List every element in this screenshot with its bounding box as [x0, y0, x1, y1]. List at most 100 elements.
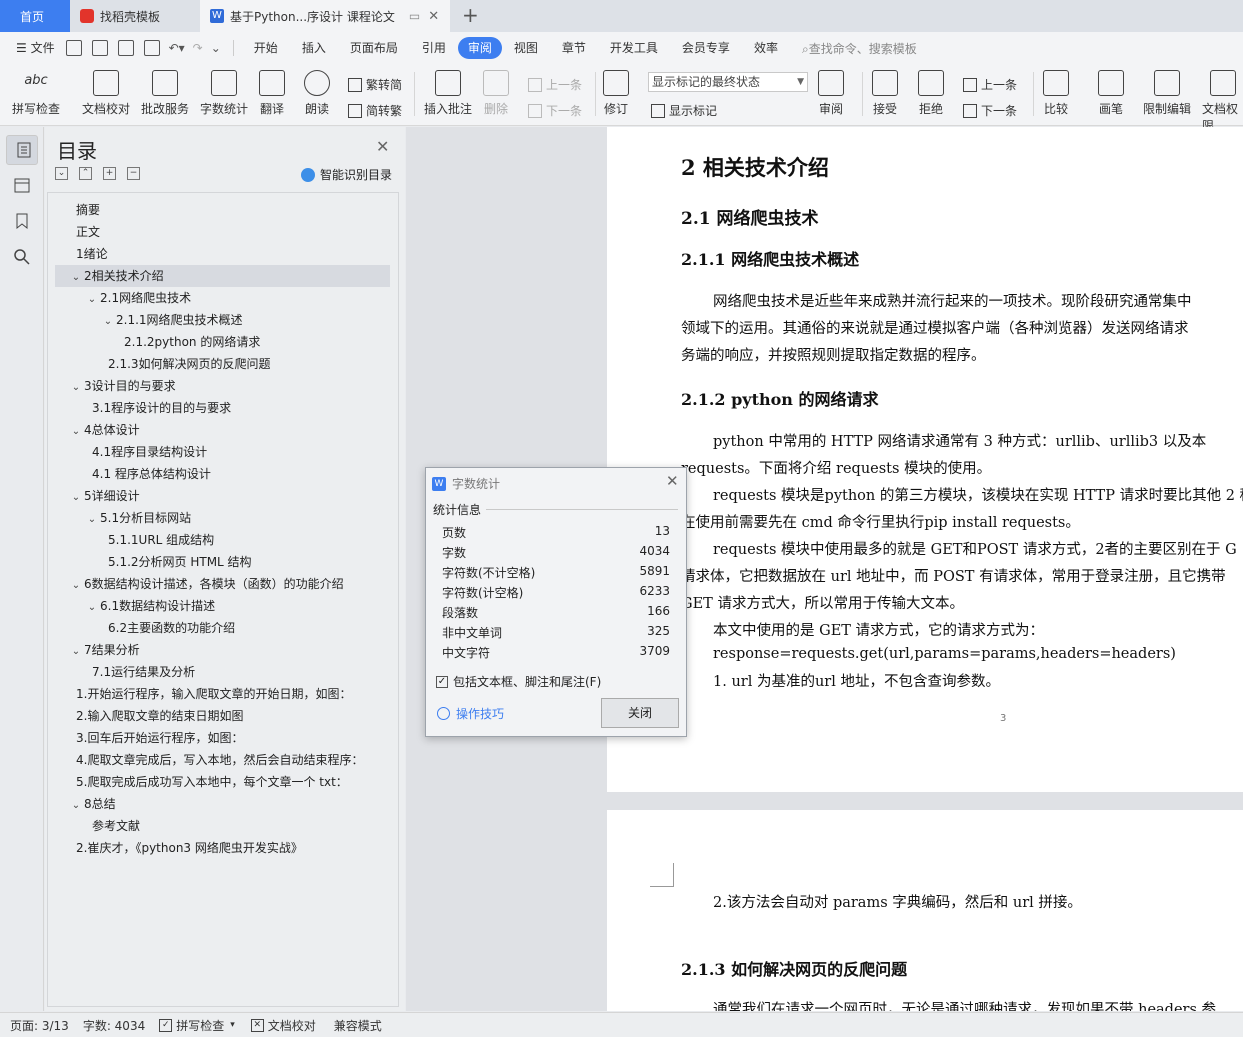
smart-toc-button[interactable]: 智能识别目录 — [301, 166, 392, 183]
toc-item[interactable]: ⌄ 6数据结构设计描述，各模块（函数）的功能介绍 — [68, 573, 344, 595]
next-comment-button[interactable]: 下一条 — [528, 102, 582, 119]
chevron-down-icon[interactable]: ⌄ — [84, 597, 100, 619]
toc-item[interactable]: ⌄ 5.1分析目标网站 — [84, 507, 191, 529]
toc-item[interactable]: 3.回车后开始运行程序，如图： — [76, 727, 243, 749]
menu-efficiency[interactable]: 效率 — [742, 37, 790, 59]
tab-document[interactable]: W 基于Python...序设计 课程论文 ▭ ✕ — [200, 0, 450, 32]
word-count-indicator[interactable]: 字数: 4034 — [83, 1017, 145, 1034]
insert-comment-button[interactable]: 插入批注 — [424, 70, 472, 117]
more-icon[interactable]: ⌄ — [211, 41, 221, 55]
translate-button[interactable]: 翻译 — [259, 70, 285, 117]
toc-item[interactable]: ⌄ 3设计目的与要求 — [68, 375, 176, 397]
accept-button[interactable]: 接受 — [872, 70, 898, 117]
toc-item[interactable]: 2.1.2python 的网络请求 — [124, 331, 260, 353]
collapse-all-icon[interactable]: ⌄ — [55, 167, 68, 180]
compare-button[interactable]: 比较 — [1043, 70, 1069, 117]
page-indicator[interactable]: 页面: 3/13 — [10, 1017, 69, 1034]
spell-check-status[interactable]: 拼写检查 — [176, 1017, 224, 1034]
toc-item[interactable]: 5.1.2分析网页 HTML 结构 — [108, 551, 252, 573]
toc-item[interactable]: ⌄ 5详细设计 — [68, 485, 140, 507]
find-rail-button[interactable] — [12, 247, 32, 267]
chevron-down-icon[interactable]: ⌄ — [68, 267, 84, 289]
toc-item[interactable]: 1.开始运行程序，输入爬取文章的开始日期，如图： — [76, 683, 351, 705]
undo-icon[interactable]: ↶▾ — [169, 41, 185, 55]
remove-heading-icon[interactable]: − — [127, 167, 140, 180]
pin-icon[interactable]: ▭ — [409, 9, 420, 23]
chevron-down-icon[interactable]: ⌄ — [100, 311, 116, 333]
proofread-button[interactable]: 文档校对 — [82, 70, 130, 117]
toc-item[interactable]: ⌄ 4总体设计 — [68, 419, 140, 441]
toc-item[interactable]: 参考文献 — [92, 815, 140, 837]
toc-item[interactable]: 5.爬取完成后成功写入本地中，每个文章一个 txt： — [76, 771, 348, 793]
toc-item[interactable]: ⌄ 2.1网络爬虫技术 — [84, 287, 191, 309]
redo-icon[interactable]: ↷ — [193, 41, 203, 55]
menu-insert[interactable]: 插入 — [290, 37, 338, 59]
toc-item[interactable]: 2.1.3如何解决网页的反爬问题 — [108, 353, 271, 375]
prev-comment-button[interactable]: 上一条 — [528, 76, 582, 93]
chevron-down-icon[interactable]: ⌄ — [68, 575, 84, 597]
toc-item[interactable]: ⌄ 7结果分析 — [68, 639, 140, 661]
menu-start[interactable]: 开始 — [242, 37, 290, 59]
toc-item[interactable]: 摘要 — [76, 199, 100, 221]
document-permission-button[interactable]: 文档权限 — [1202, 70, 1243, 134]
print-icon[interactable] — [117, 40, 134, 56]
track-changes-button[interactable]: 修订 — [603, 70, 629, 117]
chevron-down-icon[interactable]: ⌄ — [84, 289, 100, 311]
toc-item[interactable]: 3.1程序设计的目的与要求 — [92, 397, 231, 419]
prev-change-button[interactable]: 上一条 — [963, 76, 1017, 93]
chevron-down-icon[interactable]: ⌄ — [68, 421, 84, 443]
menu-view[interactable]: 视图 — [502, 37, 550, 59]
spell-check-button[interactable]: abc 拼写检查 — [12, 70, 60, 117]
chapter-rail-button[interactable] — [12, 175, 32, 195]
toc-item[interactable]: ⌄ 8总结 — [68, 793, 116, 815]
menu-dev[interactable]: 开发工具 — [598, 37, 670, 59]
include-notes-checkbox[interactable]: ✓ 包括文本框、脚注和尾注(F) — [436, 673, 601, 690]
chevron-down-icon[interactable]: ⌄ — [68, 795, 84, 817]
delete-comment-button[interactable]: 删除 — [483, 70, 509, 117]
toc-item[interactable]: 4.1 程序总体结构设计 — [92, 463, 211, 485]
command-search[interactable]: ⌕查找命令、搜索模板 — [802, 40, 917, 57]
restrict-edit-button[interactable]: 限制编辑 — [1143, 70, 1191, 117]
toc-item[interactable]: 4.1程序目录结构设计 — [92, 441, 207, 463]
tab-template[interactable]: 找稻壳模板 — [70, 0, 200, 32]
toc-item[interactable]: 1绪论 — [76, 243, 108, 265]
read-aloud-button[interactable]: 朗读 — [304, 70, 330, 117]
file-menu[interactable]: ☰ 文件 — [0, 37, 61, 59]
toc-item[interactable]: 正文 — [76, 221, 100, 243]
save-icon[interactable] — [65, 40, 82, 56]
toc-item[interactable]: ⌄ 2.1.1网络爬虫技术概述 — [100, 309, 243, 331]
pen-button[interactable]: 画笔 — [1098, 70, 1124, 117]
menu-reference[interactable]: 引用 — [410, 37, 458, 59]
proofread-status[interactable]: 文档校对 — [268, 1017, 316, 1034]
next-change-button[interactable]: 下一条 — [963, 102, 1017, 119]
export-icon[interactable] — [91, 40, 108, 56]
menu-review[interactable]: 审阅 — [457, 37, 502, 59]
menu-vip[interactable]: 会员专享 — [670, 37, 742, 59]
toc-rail-button[interactable] — [6, 135, 38, 165]
chevron-down-icon[interactable]: ⌄ — [68, 641, 84, 663]
chevron-down-icon[interactable]: ▾ — [230, 1020, 235, 1030]
expand-up-icon[interactable]: ⌃ — [79, 167, 92, 180]
correction-service-button[interactable]: 批改服务 — [141, 70, 189, 117]
toc-item[interactable]: 4.爬取文章完成后，写入本地，然后会自动结束程序： — [76, 749, 363, 771]
show-markup-button[interactable]: 显示标记 — [651, 102, 717, 119]
markup-state-select[interactable]: 显示标记的最终状态 ▼ — [648, 72, 808, 92]
toc-item[interactable]: 7.1运行结果及分析 — [92, 661, 195, 683]
menu-chapter[interactable]: 章节 — [550, 37, 598, 59]
trad-to-simp-button[interactable]: 繁转简 — [348, 76, 402, 93]
toc-item[interactable]: 5.1.1URL 组成结构 — [108, 529, 214, 551]
chevron-down-icon[interactable]: ⌄ — [68, 487, 84, 509]
bookmark-rail-button[interactable] — [12, 211, 32, 231]
menu-layout[interactable]: 页面布局 — [338, 37, 410, 59]
word-count-button[interactable]: 字数统计 — [200, 70, 248, 117]
new-tab-button[interactable]: + — [462, 0, 479, 32]
review-pane-button[interactable]: 审阅 — [818, 70, 844, 117]
toc-item[interactable]: ⌄ 2相关技术介绍 — [55, 265, 390, 287]
simp-to-trad-button[interactable]: 简转繁 — [348, 102, 402, 119]
close-icon[interactable]: ✕ — [666, 472, 679, 490]
preview-icon[interactable] — [143, 40, 160, 56]
close-tab-icon[interactable]: ✕ — [428, 9, 439, 24]
add-heading-icon[interactable]: + — [103, 167, 116, 180]
close-button[interactable]: 关闭 — [601, 698, 679, 728]
reject-button[interactable]: 拒绝 — [918, 70, 944, 117]
